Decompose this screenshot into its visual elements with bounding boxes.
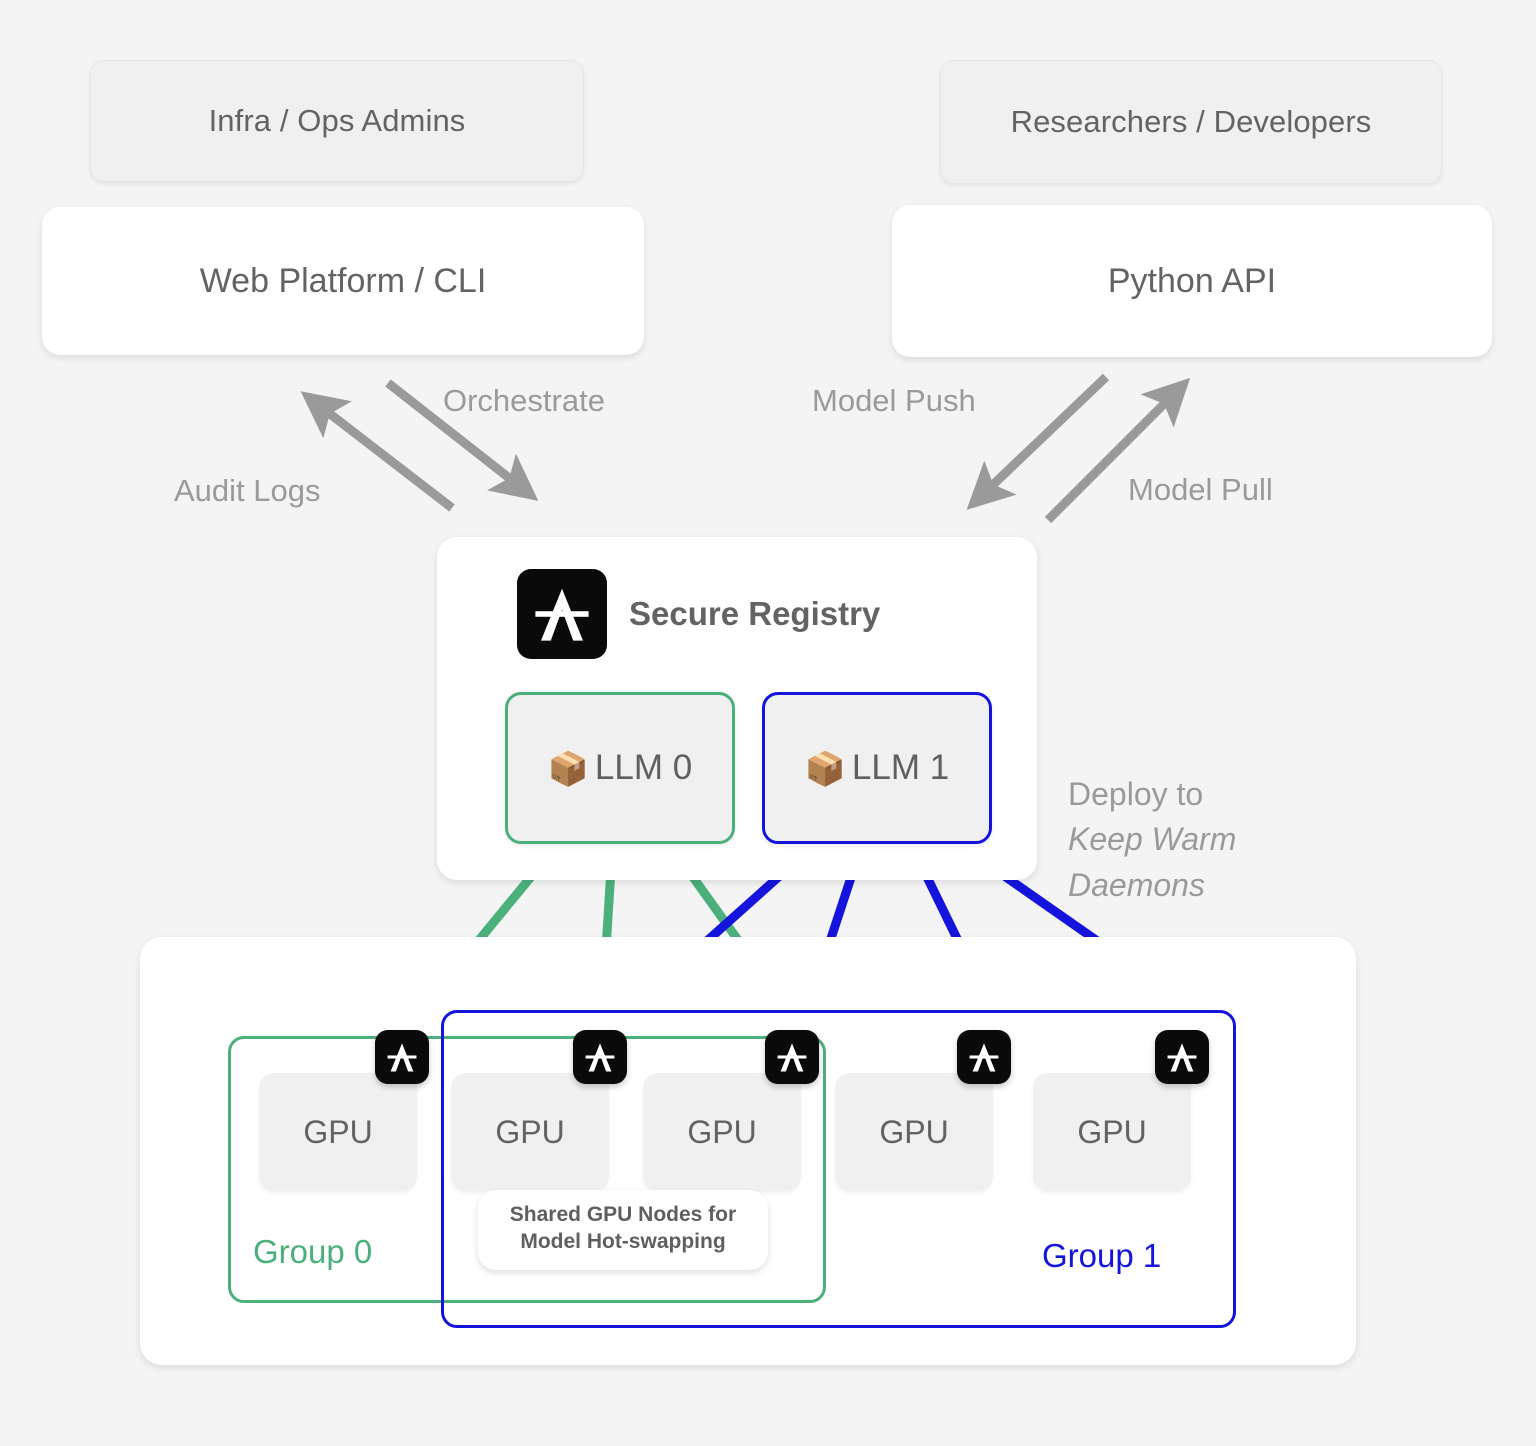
daemon-badge-gpu-2[interactable]	[765, 1030, 819, 1084]
interface-label: Web Platform / CLI	[199, 261, 487, 300]
model-label: LLM 1	[851, 748, 950, 787]
actor-infra-ops-admins[interactable]: Infra / Ops Admins	[90, 60, 584, 182]
model-card-llm-1[interactable]: 📦 LLM 1	[762, 692, 992, 844]
group-label-group-1: Group 1	[1042, 1237, 1162, 1274]
gpu-node-label: GPU	[1077, 1113, 1147, 1150]
edge-model-push-line	[966, 373, 1110, 510]
interface-label: Python API	[1107, 261, 1277, 300]
gpu-node-gpu-3[interactable]: GPU	[835, 1073, 993, 1191]
crossed-a-logo-icon	[1163, 1038, 1201, 1076]
daemon-badge-gpu-4[interactable]	[1155, 1030, 1209, 1084]
crossed-a-logo-icon	[773, 1038, 811, 1076]
crossed-a-logo-icon	[517, 569, 607, 659]
shared-note-line-1: Shared GPU Nodes for	[509, 1203, 737, 1226]
edge-label-orchestrate: Orchestrate	[443, 383, 605, 418]
edge-label-model-pull: Model Pull	[1128, 472, 1273, 507]
edge-label-audit-logs: Audit Logs	[174, 473, 321, 508]
crossed-a-logo-icon	[383, 1038, 421, 1076]
daemon-badge-gpu-0[interactable]	[375, 1030, 429, 1084]
secure-registry-card[interactable]: Secure Registry 📦 LLM 0 📦 LLM 1	[437, 537, 1037, 880]
gpu-node-gpu-1[interactable]: GPU	[451, 1073, 609, 1191]
diagram-canvas: Infra / Ops Admins Researchers / Develop…	[0, 0, 1536, 1446]
gpu-node-gpu-0[interactable]: GPU	[259, 1073, 417, 1191]
group-label-group-0: Group 0	[253, 1233, 373, 1270]
gpu-node-label: GPU	[495, 1113, 565, 1150]
gpu-node-label: GPU	[879, 1113, 949, 1150]
package-icon: 📦	[547, 749, 589, 787]
gpu-node-label: GPU	[303, 1113, 373, 1150]
package-icon: 📦	[804, 749, 846, 787]
interface-web-platform-cli[interactable]: Web Platform / CLI	[42, 207, 644, 355]
edge-label-model-push: Model Push	[812, 383, 976, 418]
daemon-badge-gpu-1[interactable]	[573, 1030, 627, 1084]
shared-note-line-2: Model Hot-swapping	[520, 1229, 726, 1253]
deploy-note-line-3: Daemons	[1068, 866, 1205, 903]
crossed-a-logo-icon	[965, 1038, 1003, 1076]
shared-gpu-nodes-note: Shared GPU Nodes for Model Hot-swapping	[478, 1190, 768, 1270]
registry-title: Secure Registry	[629, 595, 881, 632]
gpu-node-gpu-2[interactable]: GPU	[643, 1073, 801, 1191]
gpu-node-label: GPU	[687, 1113, 757, 1150]
model-card-llm-0[interactable]: 📦 LLM 0	[505, 692, 735, 844]
registry-header: Secure Registry	[517, 569, 880, 659]
daemon-badge-gpu-3[interactable]	[957, 1030, 1011, 1084]
actor-researchers-developers[interactable]: Researchers / Developers	[940, 60, 1442, 184]
deploy-to-keep-warm-daemons-note: Deploy to Keep Warm Daemons	[1068, 772, 1236, 908]
deploy-note-line-1: Deploy to	[1068, 776, 1204, 812]
gpu-node-gpu-4[interactable]: GPU	[1033, 1073, 1191, 1191]
interface-python-api[interactable]: Python API	[892, 205, 1492, 357]
actor-label: Researchers / Developers	[1010, 104, 1372, 139]
deploy-note-line-2: Keep Warm	[1068, 821, 1237, 858]
crossed-a-logo-icon	[581, 1038, 619, 1076]
model-label: LLM 0	[594, 748, 693, 787]
edge-audit-logs-line	[300, 391, 455, 512]
actor-label: Infra / Ops Admins	[208, 103, 466, 138]
